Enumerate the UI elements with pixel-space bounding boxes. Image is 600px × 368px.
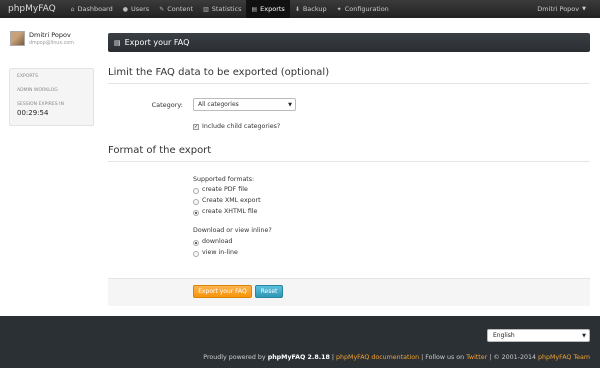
session-expires-label: SESSION EXPIRES IN — [17, 102, 64, 107]
category-select[interactable]: All categories ▼ — [193, 98, 296, 111]
nav-label: Dashboard — [77, 5, 113, 13]
follow-text: | Follow us on — [421, 354, 465, 361]
radio-pdf-label: create PDF file — [202, 186, 248, 193]
user-card: Dmitri Popov dmpop@linux.com — [10, 31, 100, 55]
user-name: Dmitri Popov — [29, 31, 71, 39]
team-link[interactable]: phpMyFAQ Team — [538, 354, 590, 361]
radio-view-inline-label: view in-line — [202, 249, 238, 256]
section-format-title: Format of the export — [108, 145, 212, 156]
user-menu[interactable]: Dmitri Popov ▼ — [537, 0, 586, 18]
user-icon: ● — [122, 5, 128, 13]
nav-label: Configuration — [344, 5, 389, 13]
caret-down-icon: ▼ — [582, 6, 586, 12]
nav-label: Content — [167, 5, 194, 13]
sidebar-item-exports[interactable]: EXPORTS — [17, 74, 86, 79]
radio-xml[interactable] — [193, 199, 199, 205]
powered-product: phpMyFAQ 2.8.18 — [267, 354, 330, 361]
radio-xhtml-label: create XHTML file — [202, 208, 258, 215]
avatar — [10, 31, 25, 46]
nav-label: Exports — [260, 5, 285, 13]
language-select[interactable]: English ▼ — [487, 329, 590, 342]
radio-download[interactable] — [193, 240, 199, 246]
form-actions — [108, 278, 590, 306]
divider — [108, 161, 590, 162]
book-icon: ▤ — [114, 38, 121, 47]
pencil-icon: ✎ — [159, 5, 165, 13]
separator: | — [331, 354, 335, 361]
sidebar-panel: EXPORTS ADMIN WORKLOG SESSION EXPIRES IN… — [9, 68, 94, 126]
twitter-link[interactable]: Twitter — [466, 354, 487, 361]
nav-label: Backup — [302, 5, 327, 13]
radio-download-label: download — [202, 238, 233, 245]
radio-view-inline[interactable] — [193, 251, 199, 257]
nav-dashboard[interactable]: ⌂ Dashboard — [66, 0, 118, 18]
chart-icon: ▥ — [203, 5, 209, 13]
radio-xml-label: Create XML export — [202, 197, 261, 204]
include-children-checkbox[interactable]: ✓ — [193, 124, 199, 130]
wrench-icon: ✦ — [336, 5, 342, 13]
nav-label: Statistics — [211, 5, 242, 13]
download-heading: Download or view inline? — [193, 227, 272, 234]
nav-users[interactable]: ● Users — [118, 0, 154, 18]
docs-link[interactable]: phpMyFAQ documentation — [336, 354, 419, 361]
caret-down-icon: ▼ — [582, 332, 586, 339]
formats-heading: Supported formats: — [193, 176, 255, 183]
sidebar-item-admin-worklog[interactable]: ADMIN WORKLOG — [17, 88, 86, 93]
download-icon: ⬇ — [294, 5, 300, 13]
nav-backup[interactable]: ⬇ Backup — [290, 0, 332, 18]
top-navbar: phpMyFAQ ⌂ Dashboard ● Users ✎ Content ▥ Sta… — [0, 0, 600, 18]
category-select-value: All categories — [198, 101, 239, 108]
page-title-bar: ▤ Export your FAQ — [108, 33, 590, 52]
copyright: | © 2001-2014 — [489, 354, 536, 361]
radio-pdf[interactable] — [193, 188, 199, 194]
session-timer: 00:29:54 — [17, 109, 49, 117]
language-value: English — [493, 332, 515, 339]
footer-credits: Proudly powered by phpMyFAQ 2.8.18 | php… — [203, 354, 590, 361]
divider — [108, 83, 590, 84]
reset-button[interactable]: Reset — [255, 285, 283, 298]
user-menu-label: Dmitri Popov — [537, 5, 580, 13]
nav-statistics[interactable]: ▥ Statistics — [198, 0, 246, 18]
book-icon: ▤ — [251, 5, 258, 13]
page-title: Export your FAQ — [124, 38, 190, 47]
powered-prefix: Proudly powered by — [203, 354, 266, 361]
nav-configuration[interactable]: ✦ Configuration — [332, 0, 394, 18]
nav-label: Users — [130, 5, 150, 13]
category-label: Category: — [151, 101, 183, 109]
radio-xhtml[interactable] — [193, 210, 199, 216]
home-icon: ⌂ — [70, 5, 75, 13]
nav-content[interactable]: ✎ Content — [154, 0, 198, 18]
export-button[interactable]: Export your FAQ — [193, 285, 252, 298]
caret-down-icon: ▼ — [288, 101, 292, 108]
include-children-label: Include child categories? — [202, 123, 281, 130]
section-limit-title: Limit the FAQ data to be exported (optio… — [108, 67, 330, 78]
nav-exports[interactable]: ▤ Exports — [246, 0, 290, 18]
brand-logo[interactable]: phpMyFAQ — [0, 4, 66, 14]
user-email: dmpop@linux.com — [29, 41, 74, 46]
